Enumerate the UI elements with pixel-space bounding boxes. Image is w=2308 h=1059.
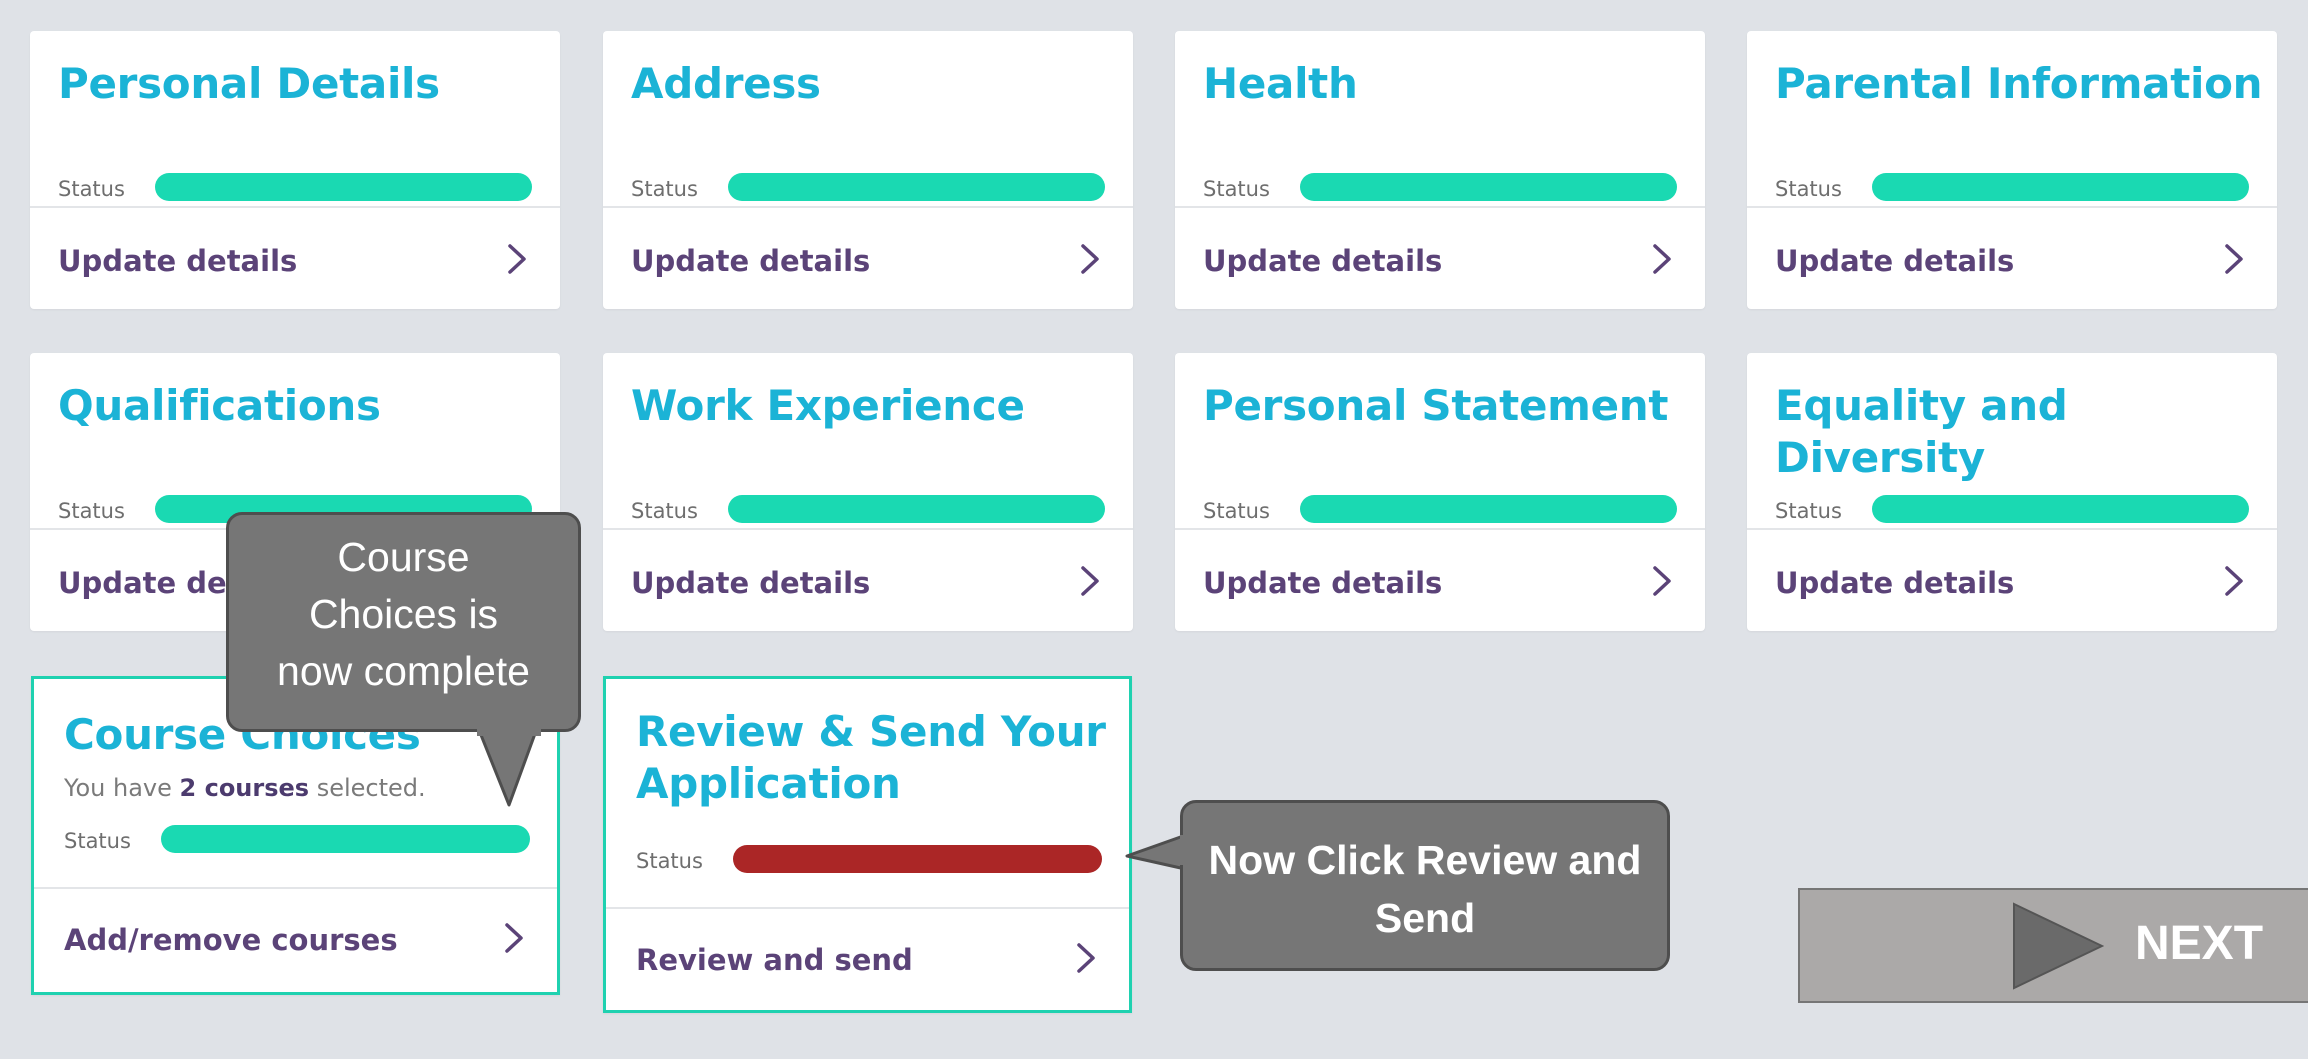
callout-tail-cover: [477, 716, 541, 736]
section-card-personal-statement: Personal Statement Status Update details: [1175, 353, 1705, 631]
title-line-1: Review & Send Your: [636, 707, 1106, 756]
summary-prefix: You have: [64, 774, 172, 802]
summary-suffix: selected.: [316, 774, 426, 802]
status-bar-complete: [1872, 495, 2249, 523]
chevron-right-icon: [502, 241, 532, 277]
add-remove-courses-label: Add/remove courses: [64, 923, 398, 957]
card-header: Address Status: [603, 31, 1133, 208]
review-and-send-label: Review and send: [636, 943, 913, 977]
update-details-label: Update details: [1203, 244, 1443, 278]
card-title: Health: [1203, 59, 1358, 108]
course-count-summary: You have 2 courses selected.: [64, 774, 426, 802]
status-label: Status: [58, 177, 125, 201]
status-bar-complete: [728, 495, 1105, 523]
card-title: Personal Statement: [1203, 381, 1669, 430]
status-bar-incomplete: [733, 845, 1102, 873]
chevron-right-icon: [2219, 563, 2249, 599]
status-label: Status: [1203, 499, 1270, 523]
card-title: Equality and Diversity: [1775, 381, 2068, 482]
status-label: Status: [58, 499, 125, 523]
section-card-review-and-send: Review & Send Your Application Status Re…: [603, 676, 1132, 1013]
status-label: Status: [1775, 177, 1842, 201]
update-details-link-work-experience[interactable]: Update details: [603, 530, 1133, 633]
status-bar-complete: [1872, 173, 2249, 201]
update-details-link-personal-details[interactable]: Update details: [30, 208, 560, 311]
section-card-equality-and-diversity: Equality and Diversity Status Update det…: [1747, 353, 2277, 631]
update-details-link-personal-statement[interactable]: Update details: [1175, 530, 1705, 633]
card-header: Personal Statement Status: [1175, 353, 1705, 530]
status-bar-complete: [728, 173, 1105, 201]
chevron-right-icon: [1071, 940, 1101, 976]
chevron-right-icon: [2219, 241, 2249, 277]
callout-tail-cover: [1180, 835, 1198, 865]
callout-line-2: Choices is: [308, 591, 499, 637]
card-title: Qualifications: [58, 381, 381, 430]
card-title: Work Experience: [631, 381, 1025, 430]
update-details-label: Update details: [1775, 244, 2015, 278]
click-review-callout: Now Click Review and Send: [1180, 800, 1670, 971]
section-card-address: Address Status Update details: [603, 31, 1133, 309]
section-card-health: Health Status Update details: [1175, 31, 1705, 309]
card-header: Qualifications Status: [30, 353, 560, 530]
card-title: Parental Information: [1775, 59, 2263, 108]
update-details-label: Update details: [631, 566, 871, 600]
callout-line-1: Course: [337, 534, 470, 580]
course-count: 2 courses: [179, 774, 310, 802]
card-header: Equality and Diversity Status: [1747, 353, 2277, 530]
chevron-right-icon: [499, 920, 529, 956]
chevron-right-icon: [1075, 563, 1105, 599]
status-label: Status: [1775, 499, 1842, 523]
card-header: Health Status: [1175, 31, 1705, 208]
status-bar-complete: [155, 173, 532, 201]
update-details-link-address[interactable]: Update details: [603, 208, 1133, 311]
add-remove-courses-link[interactable]: Add/remove courses: [34, 889, 557, 994]
card-title: Personal Details: [58, 59, 440, 108]
callout-line-1: Now Click Review and: [1208, 837, 1642, 883]
update-details-link-health[interactable]: Update details: [1175, 208, 1705, 311]
status-bar-complete: [1300, 173, 1677, 201]
chevron-right-icon: [1647, 241, 1677, 277]
card-header: Personal Details Status: [30, 31, 560, 208]
chevron-right-icon: [1647, 563, 1677, 599]
status-label: Status: [631, 177, 698, 201]
update-details-label: Update details: [1203, 566, 1443, 600]
next-label: NEXT: [2135, 917, 2264, 970]
status-label: Status: [636, 849, 703, 873]
section-card-work-experience: Work Experience Status Update details: [603, 353, 1133, 631]
status-label: Status: [1203, 177, 1270, 201]
update-details-label: Update details: [58, 244, 298, 278]
card-header: Work Experience Status: [603, 353, 1133, 530]
next-button[interactable]: NEXT: [1798, 888, 2308, 1003]
update-details-label: Update details: [1775, 566, 2015, 600]
update-details-label: Update details: [631, 244, 871, 278]
chevron-right-icon: [1075, 241, 1105, 277]
status-label: Status: [64, 829, 131, 853]
section-card-parental-information: Parental Information Status Update detai…: [1747, 31, 2277, 309]
update-details-link-parental-information[interactable]: Update details: [1747, 208, 2277, 311]
callout-line-2: Send: [1374, 895, 1476, 941]
update-details-link-equality-and-diversity[interactable]: Update details: [1747, 530, 2277, 633]
review-and-send-link[interactable]: Review and send: [606, 909, 1129, 1012]
title-line-2: Application: [636, 759, 901, 808]
section-card-personal-details: Personal Details Status Update details: [30, 31, 560, 309]
status-label: Status: [631, 499, 698, 523]
status-bar-complete: [161, 825, 530, 853]
card-header: Parental Information Status: [1747, 31, 2277, 208]
card-title: Review & Send Your Application: [636, 706, 1106, 810]
status-bar-complete: [1300, 495, 1677, 523]
course-complete-callout: Course Choices is now complete: [226, 512, 581, 732]
play-icon: [2012, 902, 2105, 994]
callout-line-3: now complete: [277, 648, 530, 694]
card-title: Address: [631, 59, 821, 108]
card-header: Review & Send Your Application Status: [606, 679, 1129, 909]
